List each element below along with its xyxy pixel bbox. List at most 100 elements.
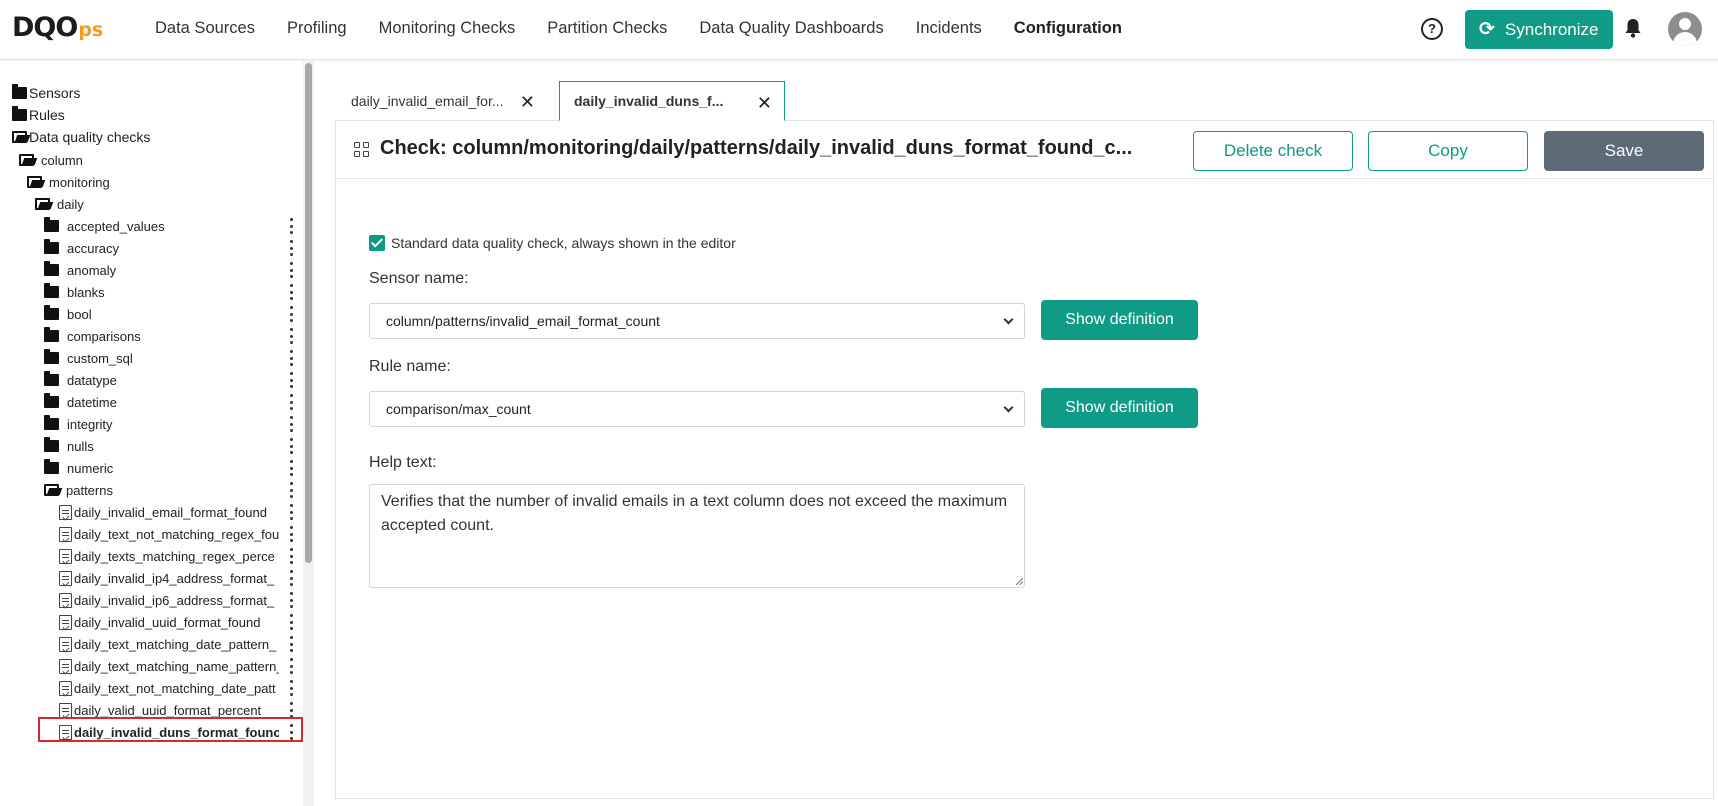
tree-item-category[interactable]: datetime xyxy=(44,391,117,413)
delete-check-button[interactable]: Delete check xyxy=(1193,131,1353,171)
folder-icon xyxy=(44,349,59,364)
user-avatar[interactable] xyxy=(1668,12,1702,46)
kebab-menu-icon[interactable] xyxy=(289,636,293,652)
kebab-menu-icon[interactable] xyxy=(289,592,293,608)
rule-show-definition-button[interactable]: Show definition xyxy=(1041,388,1198,428)
tree-item-category[interactable]: blanks xyxy=(44,281,105,303)
kebab-menu-icon[interactable] xyxy=(289,548,293,564)
kebab-menu-icon[interactable] xyxy=(289,614,293,630)
tree-item-check[interactable]: daily_invalid_email_format_found xyxy=(59,501,279,523)
nav-partition-checks[interactable]: Partition Checks xyxy=(547,19,667,38)
tree-label: datetime xyxy=(67,394,117,410)
standard-checkbox[interactable] xyxy=(369,235,385,251)
main-nav: Data Sources Profiling Monitoring Checks… xyxy=(155,0,1154,57)
sidebar-tree: Sensors Rules Data quality checks column… xyxy=(0,61,316,806)
tree-item-check[interactable]: daily_invalid_ip4_address_format_ xyxy=(59,567,279,589)
copy-button[interactable]: Copy xyxy=(1368,131,1528,171)
tree-label: bool xyxy=(67,306,92,322)
tree-label: daily xyxy=(57,196,84,212)
nav-profiling[interactable]: Profiling xyxy=(287,19,347,38)
kebab-menu-icon[interactable] xyxy=(289,482,293,498)
kebab-menu-icon[interactable] xyxy=(289,262,293,278)
tree-item-sensors[interactable]: Sensors xyxy=(12,82,80,104)
tree-item-check[interactable]: daily_text_matching_date_pattern_ xyxy=(59,633,279,655)
kebab-menu-icon[interactable] xyxy=(289,702,293,718)
tree-item-check[interactable]: daily_text_not_matching_date_patt xyxy=(59,677,279,699)
kebab-menu-icon[interactable] xyxy=(289,680,293,696)
nav-configuration[interactable]: Configuration xyxy=(1014,19,1122,38)
tree-item-column[interactable]: column xyxy=(19,149,83,171)
tree-item-check[interactable]: daily_invalid_uuid_format_found xyxy=(59,611,279,633)
tree-item-daily[interactable]: daily xyxy=(35,193,84,215)
grid-icon xyxy=(354,142,370,158)
tree-item-data-quality-checks[interactable]: Data quality checks xyxy=(12,126,150,148)
tree-item-category[interactable]: datatype xyxy=(44,369,117,391)
tree-label: daily_invalid_ip6_address_format_ xyxy=(74,592,275,608)
sensor-name-select[interactable]: column/patterns/invalid_email_format_cou… xyxy=(369,303,1025,339)
bell-icon[interactable] xyxy=(1624,17,1642,39)
dqops-logo[interactable]: DQO ps xyxy=(12,12,103,46)
tree-item-category[interactable]: bool xyxy=(44,303,92,325)
help-text-area[interactable]: Verifies that the number of invalid emai… xyxy=(369,484,1025,588)
kebab-menu-icon[interactable] xyxy=(289,504,293,520)
kebab-menu-icon[interactable] xyxy=(289,350,293,366)
close-icon[interactable]: ✕ xyxy=(520,92,535,113)
kebab-menu-icon[interactable] xyxy=(289,284,293,300)
folder-icon xyxy=(44,393,59,408)
nav-data-sources[interactable]: Data Sources xyxy=(155,19,255,38)
rule-name-select[interactable]: comparison/max_count xyxy=(369,391,1025,427)
tab-daily-invalid-duns[interactable]: daily_invalid_duns_f... ✕ xyxy=(559,81,785,121)
kebab-menu-icon[interactable] xyxy=(289,416,293,432)
nav-incidents[interactable]: Incidents xyxy=(916,19,982,38)
nav-data-quality-dashboards[interactable]: Data Quality Dashboards xyxy=(699,19,883,38)
kebab-menu-icon[interactable] xyxy=(289,438,293,454)
kebab-menu-icon[interactable] xyxy=(289,658,293,674)
kebab-menu-icon[interactable] xyxy=(289,218,293,234)
kebab-menu-icon[interactable] xyxy=(289,328,293,344)
sidebar-scroll-thumb[interactable] xyxy=(305,63,312,563)
kebab-menu-icon[interactable] xyxy=(289,570,293,586)
check-file-icon xyxy=(59,570,72,586)
tree-item-check[interactable]: daily_texts_matching_regex_perce xyxy=(59,545,279,567)
tree-item-category[interactable]: accuracy xyxy=(44,237,119,259)
tree-label: daily_text_not_matching_regex_fou xyxy=(74,526,279,542)
tree-item-rules[interactable]: Rules xyxy=(12,104,65,126)
tree-label: custom_sql xyxy=(67,350,133,366)
kebab-menu-icon[interactable] xyxy=(289,306,293,322)
folder-icon xyxy=(44,239,59,254)
tree-item-check[interactable]: daily_text_not_matching_regex_fou xyxy=(59,523,279,545)
tree-item-monitoring[interactable]: monitoring xyxy=(27,171,110,193)
synchronize-label: Synchronize xyxy=(1504,19,1599,39)
kebab-menu-icon[interactable] xyxy=(289,240,293,256)
tree-label: nulls xyxy=(67,438,94,454)
kebab-menu-icon[interactable] xyxy=(289,394,293,410)
kebab-menu-icon[interactable] xyxy=(289,526,293,542)
tree-item-check[interactable]: daily_invalid_ip6_address_format_ xyxy=(59,589,279,611)
nav-monitoring-checks[interactable]: Monitoring Checks xyxy=(379,19,516,38)
tree-item-check[interactable]: daily_text_matching_name_pattern_ xyxy=(59,655,279,677)
tree-item-category[interactable]: nulls xyxy=(44,435,94,457)
tree-label: Rules xyxy=(29,107,65,123)
synchronize-button[interactable]: ⟳ Synchronize xyxy=(1465,10,1613,49)
check-file-icon xyxy=(59,548,72,564)
help-icon[interactable]: ? xyxy=(1421,18,1443,40)
tree-item-category[interactable]: comparisons xyxy=(44,325,141,347)
tree-item-category[interactable]: anomaly xyxy=(44,259,116,281)
tree-item-patterns[interactable]: patterns xyxy=(44,479,113,501)
tree-item-category[interactable]: custom_sql xyxy=(44,347,133,369)
kebab-menu-icon[interactable] xyxy=(289,460,293,476)
tree-item-category[interactable]: numeric xyxy=(44,457,113,479)
tree-item-category[interactable]: accepted_values xyxy=(44,215,165,237)
tree-label: datatype xyxy=(67,372,117,388)
tree-item-category[interactable]: integrity xyxy=(44,413,113,435)
page-title: Check: column/monitoring/daily/patterns/… xyxy=(380,137,1133,159)
tab-daily-invalid-email[interactable]: daily_invalid_email_for... ✕ xyxy=(337,81,547,121)
sensor-show-definition-button[interactable]: Show definition xyxy=(1041,300,1198,340)
standard-check-row: Standard data quality check, always show… xyxy=(369,235,736,251)
folder-icon xyxy=(44,459,59,474)
close-icon[interactable]: ✕ xyxy=(757,93,772,114)
resize-grip-icon[interactable] xyxy=(1015,577,1023,585)
save-button[interactable]: Save xyxy=(1544,131,1704,171)
kebab-menu-icon[interactable] xyxy=(289,372,293,388)
folder-icon xyxy=(44,283,59,298)
